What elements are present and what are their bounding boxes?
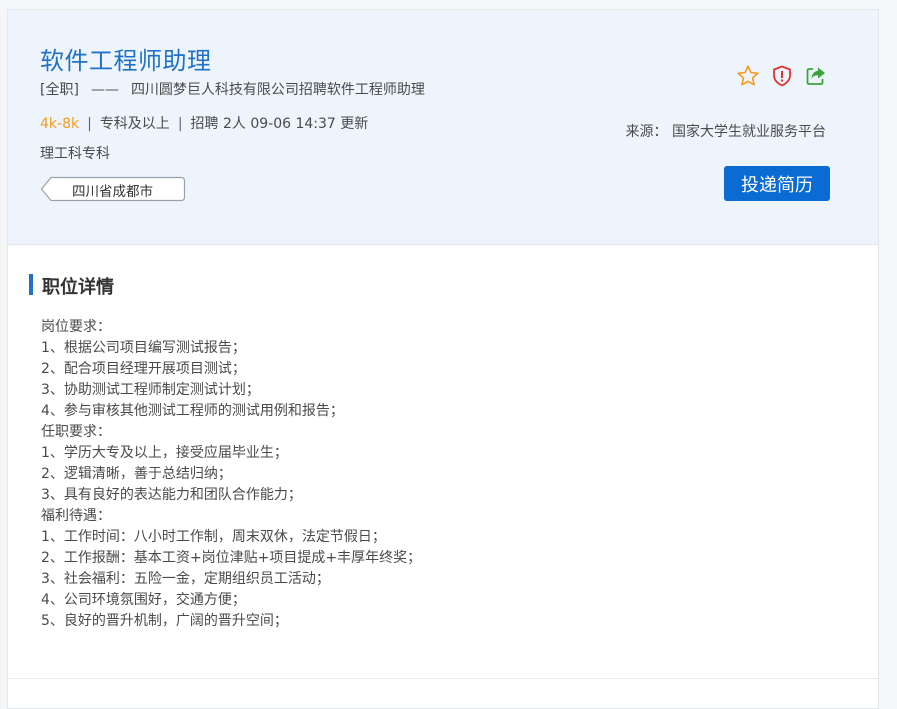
job-type: [全职] [40, 82, 79, 98]
detail-line: 3、协助测试工程师制定测试计划； [41, 382, 260, 398]
company-line: 四川圆梦巨人科技有限公司招聘软件工程师助理 [130, 82, 425, 98]
detail-line: 2、配合项目经理开展项目测试； [41, 361, 246, 377]
share-icon[interactable] [804, 64, 828, 88]
meta-separator: | [177, 116, 183, 132]
job-meta: 4k-8k | 专科及以上 | 招聘 2人 09-06 14:37 更新 [40, 113, 368, 133]
detail-line: 1、学历大专及以上，接受应届毕业生； [41, 445, 288, 461]
education: 专科及以上 [99, 116, 170, 132]
detail-line: 3、社会福利：五险一金，定期组织员工活动； [41, 571, 330, 587]
section-accent-bar [29, 274, 33, 295]
salary: 4k-8k [40, 116, 80, 132]
detail-line: 2、工作报酬：基本工资+岗位津贴+项目提成+丰厚年终奖； [41, 550, 422, 566]
update-time: 09-06 14:37 更新 [250, 116, 369, 132]
job-detail-page: 软件工程师助理 [全职] —— 四川圆梦巨人科技有限公司招聘软件工程师助理 4k-8… [7, 9, 879, 709]
detail-line: 1、工作时间：八小时工作制，周末双休，法定节假日； [41, 529, 386, 545]
subline-dash: —— [90, 82, 119, 98]
source-info: 来源： 国家大学生就业服务平台 [625, 124, 826, 140]
detail-line: 4、公司环境氛围好，交通方便； [41, 592, 246, 608]
meta-separator: | [87, 116, 92, 132]
star-icon[interactable] [736, 64, 760, 88]
apply-resume-button[interactable]: 投递简历 [724, 166, 830, 201]
detail-line: 福利待遇： [41, 508, 111, 524]
job-title: 软件工程师助理 [40, 47, 212, 75]
detail-line: 5、良好的晋升机制，广阔的晋升空间； [41, 613, 288, 629]
location-label: 四川省成都市 [72, 184, 153, 200]
detail-line: 岗位要求： [41, 319, 111, 335]
detail-line: 2、逻辑清晰，善于总结归纳； [41, 466, 232, 482]
report-shield-icon[interactable] [770, 64, 794, 88]
job-subline: [全职] —— 四川圆梦巨人科技有限公司招聘软件工程师助理 [40, 79, 425, 99]
job-details: 岗位要求： 1、根据公司项目编写测试报告； 2、配合项目经理开展项目测试； 3、… [41, 317, 841, 632]
detail-line: 1、根据公司项目编写测试报告； [41, 340, 246, 356]
job-header: 软件工程师助理 [全职] —— 四川圆梦巨人科技有限公司招聘软件工程师助理 4k-8… [8, 10, 878, 245]
detail-line: 3、具有良好的表达能力和团队合作能力； [41, 487, 302, 503]
location-tag: 四川省成都市 [40, 176, 186, 202]
divider [8, 678, 878, 679]
section-title: 职位详情 [42, 277, 114, 298]
recruit-count: 招聘 2人 [190, 116, 246, 132]
detail-line: 4、参与审核其他测试工程师的测试用例和报告； [41, 403, 344, 419]
major-requirement: 理工科专科 [40, 146, 110, 162]
detail-line: 任职要求： [41, 424, 111, 440]
